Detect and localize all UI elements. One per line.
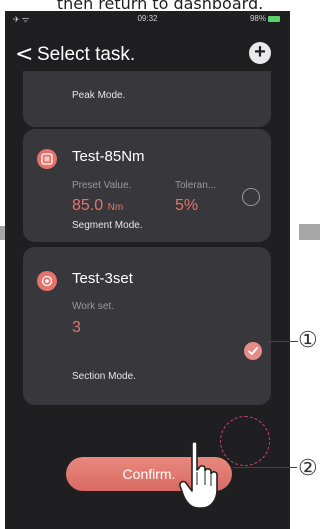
callout-1: ①	[298, 328, 318, 353]
preset-value-label: Preset Value.	[72, 180, 132, 191]
callout-2: ②	[298, 456, 318, 481]
radio-icon[interactable]	[242, 188, 260, 206]
battery-indicator: 98%	[250, 14, 280, 23]
preset-value-number: 85.0	[72, 197, 104, 214]
page-title: Select task.	[37, 44, 136, 65]
task-icon	[37, 271, 57, 291]
callout-line-2	[233, 467, 297, 468]
task-icon	[37, 149, 57, 169]
task-name: Test-85Nm	[72, 148, 145, 165]
task-mode: Segment Mode.	[72, 220, 143, 231]
callout-line-1	[268, 341, 298, 342]
task-card-test-85nm[interactable]: Test-85Nm Preset Value. 85.0 Nm Toleran.…	[23, 129, 271, 242]
status-time: 09:32	[137, 14, 158, 23]
task-card-peak[interactable]: Peak Mode.	[23, 71, 271, 127]
battery-percent: 98%	[249, 14, 266, 23]
work-set-label: Work set.	[72, 301, 115, 312]
task-name: Test-3set	[72, 270, 133, 287]
battery-icon	[268, 15, 280, 22]
task-mode: Peak Mode.	[72, 90, 126, 101]
work-set-value: 3	[72, 319, 81, 336]
tolerance-value: 5%	[175, 197, 199, 214]
status-bar: ✈ ᯤ 09:32 98%	[5, 14, 290, 28]
task-card-test-3set[interactable]: Test-3set Work set. 3 Section Mode.	[23, 247, 271, 405]
back-arrow-icon[interactable]: <	[15, 43, 33, 67]
pointing-hand-icon	[179, 440, 218, 509]
header: < Select task. +	[5, 39, 290, 75]
add-icon[interactable]: +	[249, 42, 271, 64]
arrow-right-icon	[299, 224, 320, 240]
preset-value: 85.0 Nm	[72, 197, 123, 215]
task-mode: Section Mode.	[72, 371, 136, 382]
preset-value-unit: Nm	[107, 202, 124, 213]
tolerance-label: Toleran...	[175, 180, 217, 191]
checkmark-icon[interactable]	[244, 342, 262, 360]
